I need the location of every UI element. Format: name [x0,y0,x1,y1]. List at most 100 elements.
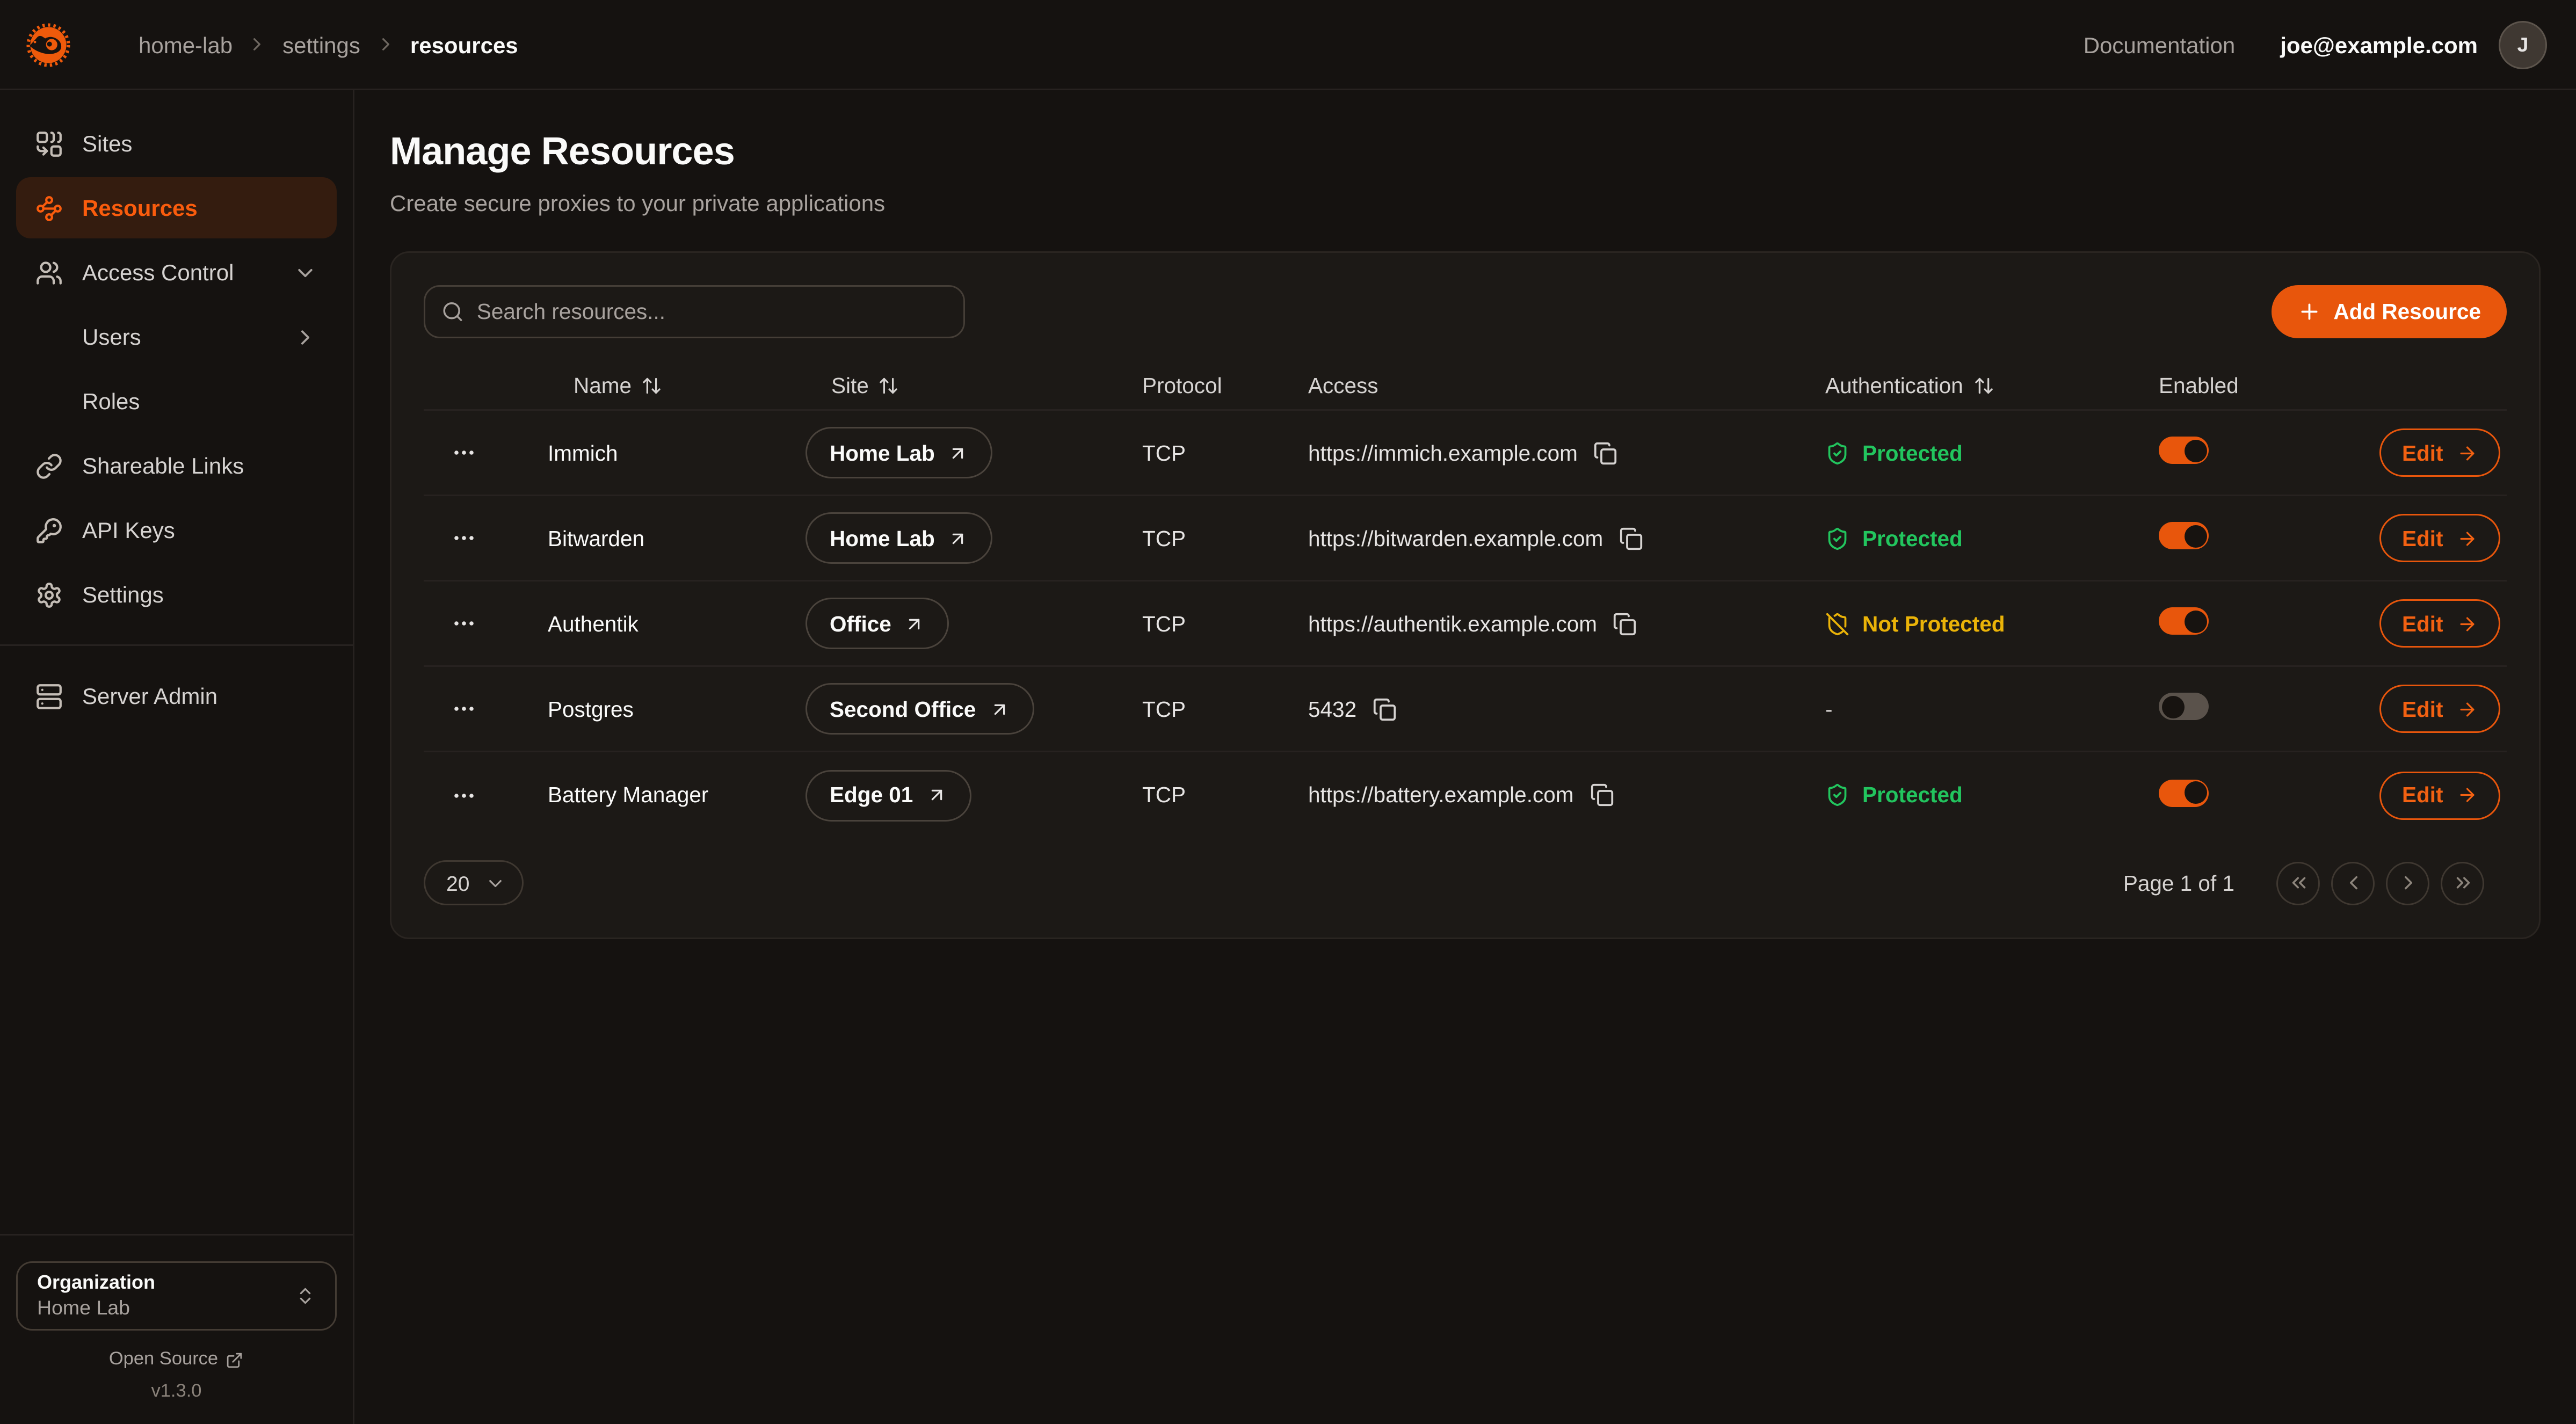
sidebar-item-api-keys[interactable]: API Keys [16,499,337,561]
ellipsis-icon [451,525,477,551]
resource-name: Authentik [548,612,806,636]
copy-button[interactable] [1613,612,1637,636]
next-page-button[interactable] [2386,861,2429,905]
page-title: Manage Resources [390,129,2541,177]
enabled-toggle[interactable] [2159,693,2209,720]
sidebar-item-shareable-links[interactable]: Shareable Links [16,435,337,496]
header-site-label: Site [831,374,869,398]
header-authentication-label: Authentication [1825,374,1963,398]
plus-icon [2298,300,2322,324]
sidebar-item-roles[interactable]: Roles [16,370,337,432]
edit-button-label: Edit [2402,526,2443,550]
site-link[interactable]: Home Lab [806,427,993,478]
site-cell: Edge 01 [806,769,1142,821]
arrow-right-icon [2456,784,2477,805]
sidebar-item-sites[interactable]: Sites [16,113,337,174]
first-page-button[interactable] [2276,861,2320,905]
enabled-cell [2159,693,2379,725]
search-input[interactable] [477,300,947,324]
pangolin-logo-icon[interactable] [23,19,74,70]
copy-icon [1590,783,1614,807]
add-resource-label: Add Resource [2333,300,2481,324]
auth-status: Protected [1825,783,2159,807]
copy-button[interactable] [1619,526,1643,550]
shell: Sites Resources Access Control Users Rol… [0,90,2576,1424]
header-authentication[interactable]: Authentication [1825,374,2159,398]
toggle-knob [2184,525,2207,547]
header-enabled: Enabled [2159,374,2379,398]
sidebar-item-users[interactable]: Users [16,306,337,367]
row-menu-button[interactable] [440,771,488,819]
breadcrumb: home-lab settings resources [139,32,518,57]
breadcrumb-page: resources [410,32,518,57]
copy-button[interactable] [1373,697,1397,721]
chevron-right-icon [375,34,396,55]
avatar[interactable]: J [2499,20,2547,69]
site-link[interactable]: Second Office [806,683,1034,735]
external-link-icon [226,1351,244,1369]
edit-button[interactable]: Edit [2379,599,2500,648]
edit-button[interactable]: Edit [2379,771,2500,819]
sidebar-bottom: Organization Home Lab Open Source v1.3.0 [0,1234,353,1424]
ellipsis-icon [451,440,477,466]
resource-access: https://immich.example.com [1308,441,1578,465]
enabled-toggle[interactable] [2159,779,2209,807]
sidebar-item-access-control[interactable]: Access Control [16,242,337,303]
add-resource-button[interactable]: Add Resource [2272,285,2507,338]
org-selector-lines: Organization Home Lab [37,1271,155,1321]
sidebar-item-label: Roles [82,388,140,414]
sidebar-item-server-admin[interactable]: Server Admin [16,665,337,726]
chevron-left-icon [2342,871,2364,894]
auth-status: Protected [1825,441,2159,465]
last-page-button[interactable] [2441,861,2484,905]
breadcrumb-org[interactable]: home-lab [139,32,233,57]
copy-button[interactable] [1590,783,1614,807]
documentation-link[interactable]: Documentation [2084,32,2236,57]
copy-button[interactable] [1594,441,1618,465]
open-source-link[interactable]: Open Source [16,1350,337,1369]
header-site[interactable]: Site [806,374,1142,398]
ellipsis-icon [451,696,477,722]
sidebar-item-resources[interactable]: Resources [16,177,337,238]
edit-button[interactable]: Edit [2379,428,2500,477]
resource-name: Immich [548,441,806,465]
arrow-right-icon [2456,442,2477,463]
site-name: Home Lab [830,441,935,465]
org-selector-wrap: Organization Home Lab Open Source v1.3.0 [0,1236,353,1424]
org-selector[interactable]: Organization Home Lab [16,1261,337,1331]
row-menu-button[interactable] [440,685,488,733]
access-cell: 5432 [1308,697,1825,721]
site-link[interactable]: Edge 01 [806,769,971,821]
page-size-select[interactable]: 20 [424,860,524,905]
row-menu-button[interactable] [440,599,488,648]
row-menu-cell [424,599,548,648]
resources-table: Name Site Protocol Access Authentication [424,362,2507,838]
access-cell: https://bitwarden.example.com [1308,526,1825,550]
enabled-toggle[interactable] [2159,522,2209,549]
site-link[interactable]: Home Lab [806,512,993,564]
resource-name: Bitwarden [548,526,806,550]
site-link[interactable]: Office [806,598,949,649]
row-menu-button[interactable] [440,428,488,477]
site-name: Office [830,612,891,636]
server-icon [35,682,63,710]
enabled-toggle[interactable] [2159,437,2209,464]
sidebar-item-settings[interactable]: Settings [16,564,337,625]
topbar-right: Documentation joe@example.com J [2084,20,2547,69]
arrow-up-right-icon [926,784,947,805]
edit-cell: Edit [2379,771,2522,819]
breadcrumb-settings[interactable]: settings [282,32,360,57]
sidebar-item-label: Resources [82,195,198,221]
row-menu-button[interactable] [440,514,488,562]
sidebar-item-label: Access Control [82,259,234,285]
access-cell: https://authentik.example.com [1308,612,1825,636]
auth-status-label: Protected [1862,441,1963,465]
enabled-toggle[interactable] [2159,607,2209,635]
previous-page-button[interactable] [2331,861,2375,905]
chevron-down-icon [293,260,317,285]
edit-button[interactable]: Edit [2379,514,2500,562]
header-name[interactable]: Name [548,374,806,398]
resource-access: https://battery.example.com [1308,783,1573,807]
edit-button[interactable]: Edit [2379,685,2500,733]
shield-check-icon [1825,441,1849,465]
